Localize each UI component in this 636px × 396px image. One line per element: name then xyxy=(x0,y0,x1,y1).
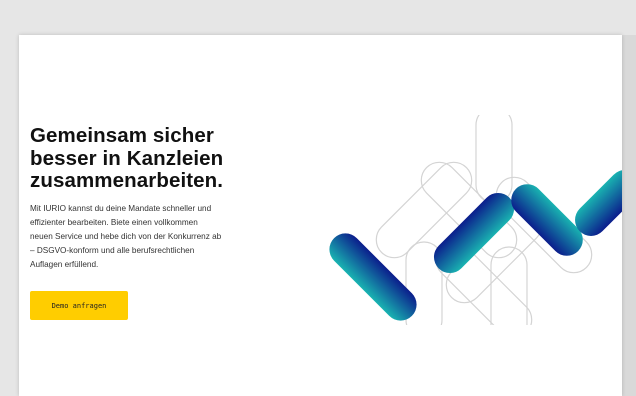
description-line: Auflagen erfüllend. xyxy=(30,260,99,270)
hero-text-block: Gemeinsam sicher besser in Kanzleien zus… xyxy=(30,124,290,273)
hero-description: Mit IURIO kannst du deine Mandate schnel… xyxy=(30,202,290,273)
page-title: Gemeinsam sicher besser in Kanzleien zus… xyxy=(30,124,290,193)
landing-page: Gemeinsam sicher besser in Kanzleien zus… xyxy=(19,35,622,396)
headline-line: Gemeinsam sicher xyxy=(30,124,214,147)
demo-request-button[interactable]: Demo anfragen xyxy=(30,291,128,320)
description-line: – DSGVO-konform und alle berufsrechtlich… xyxy=(30,246,195,256)
viewport-edge xyxy=(622,35,636,396)
teal-to-navy-capsule xyxy=(329,233,417,321)
hero-graphic-icon xyxy=(329,115,622,325)
navy-to-teal-capsule xyxy=(433,192,515,274)
headline-line: zusammenarbeiten. xyxy=(30,169,224,192)
outline-capsule xyxy=(475,115,513,204)
description-line: effizienter bearbeiten. Biete einen voll… xyxy=(30,217,198,227)
outline-capsule xyxy=(490,246,528,325)
description-line: Mit IURIO kannst du deine Mandate schnel… xyxy=(30,203,212,213)
description-line: neuen Service und hebe dich von der Konk… xyxy=(30,231,222,241)
headline-line: besser in Kanzleien xyxy=(30,146,224,170)
